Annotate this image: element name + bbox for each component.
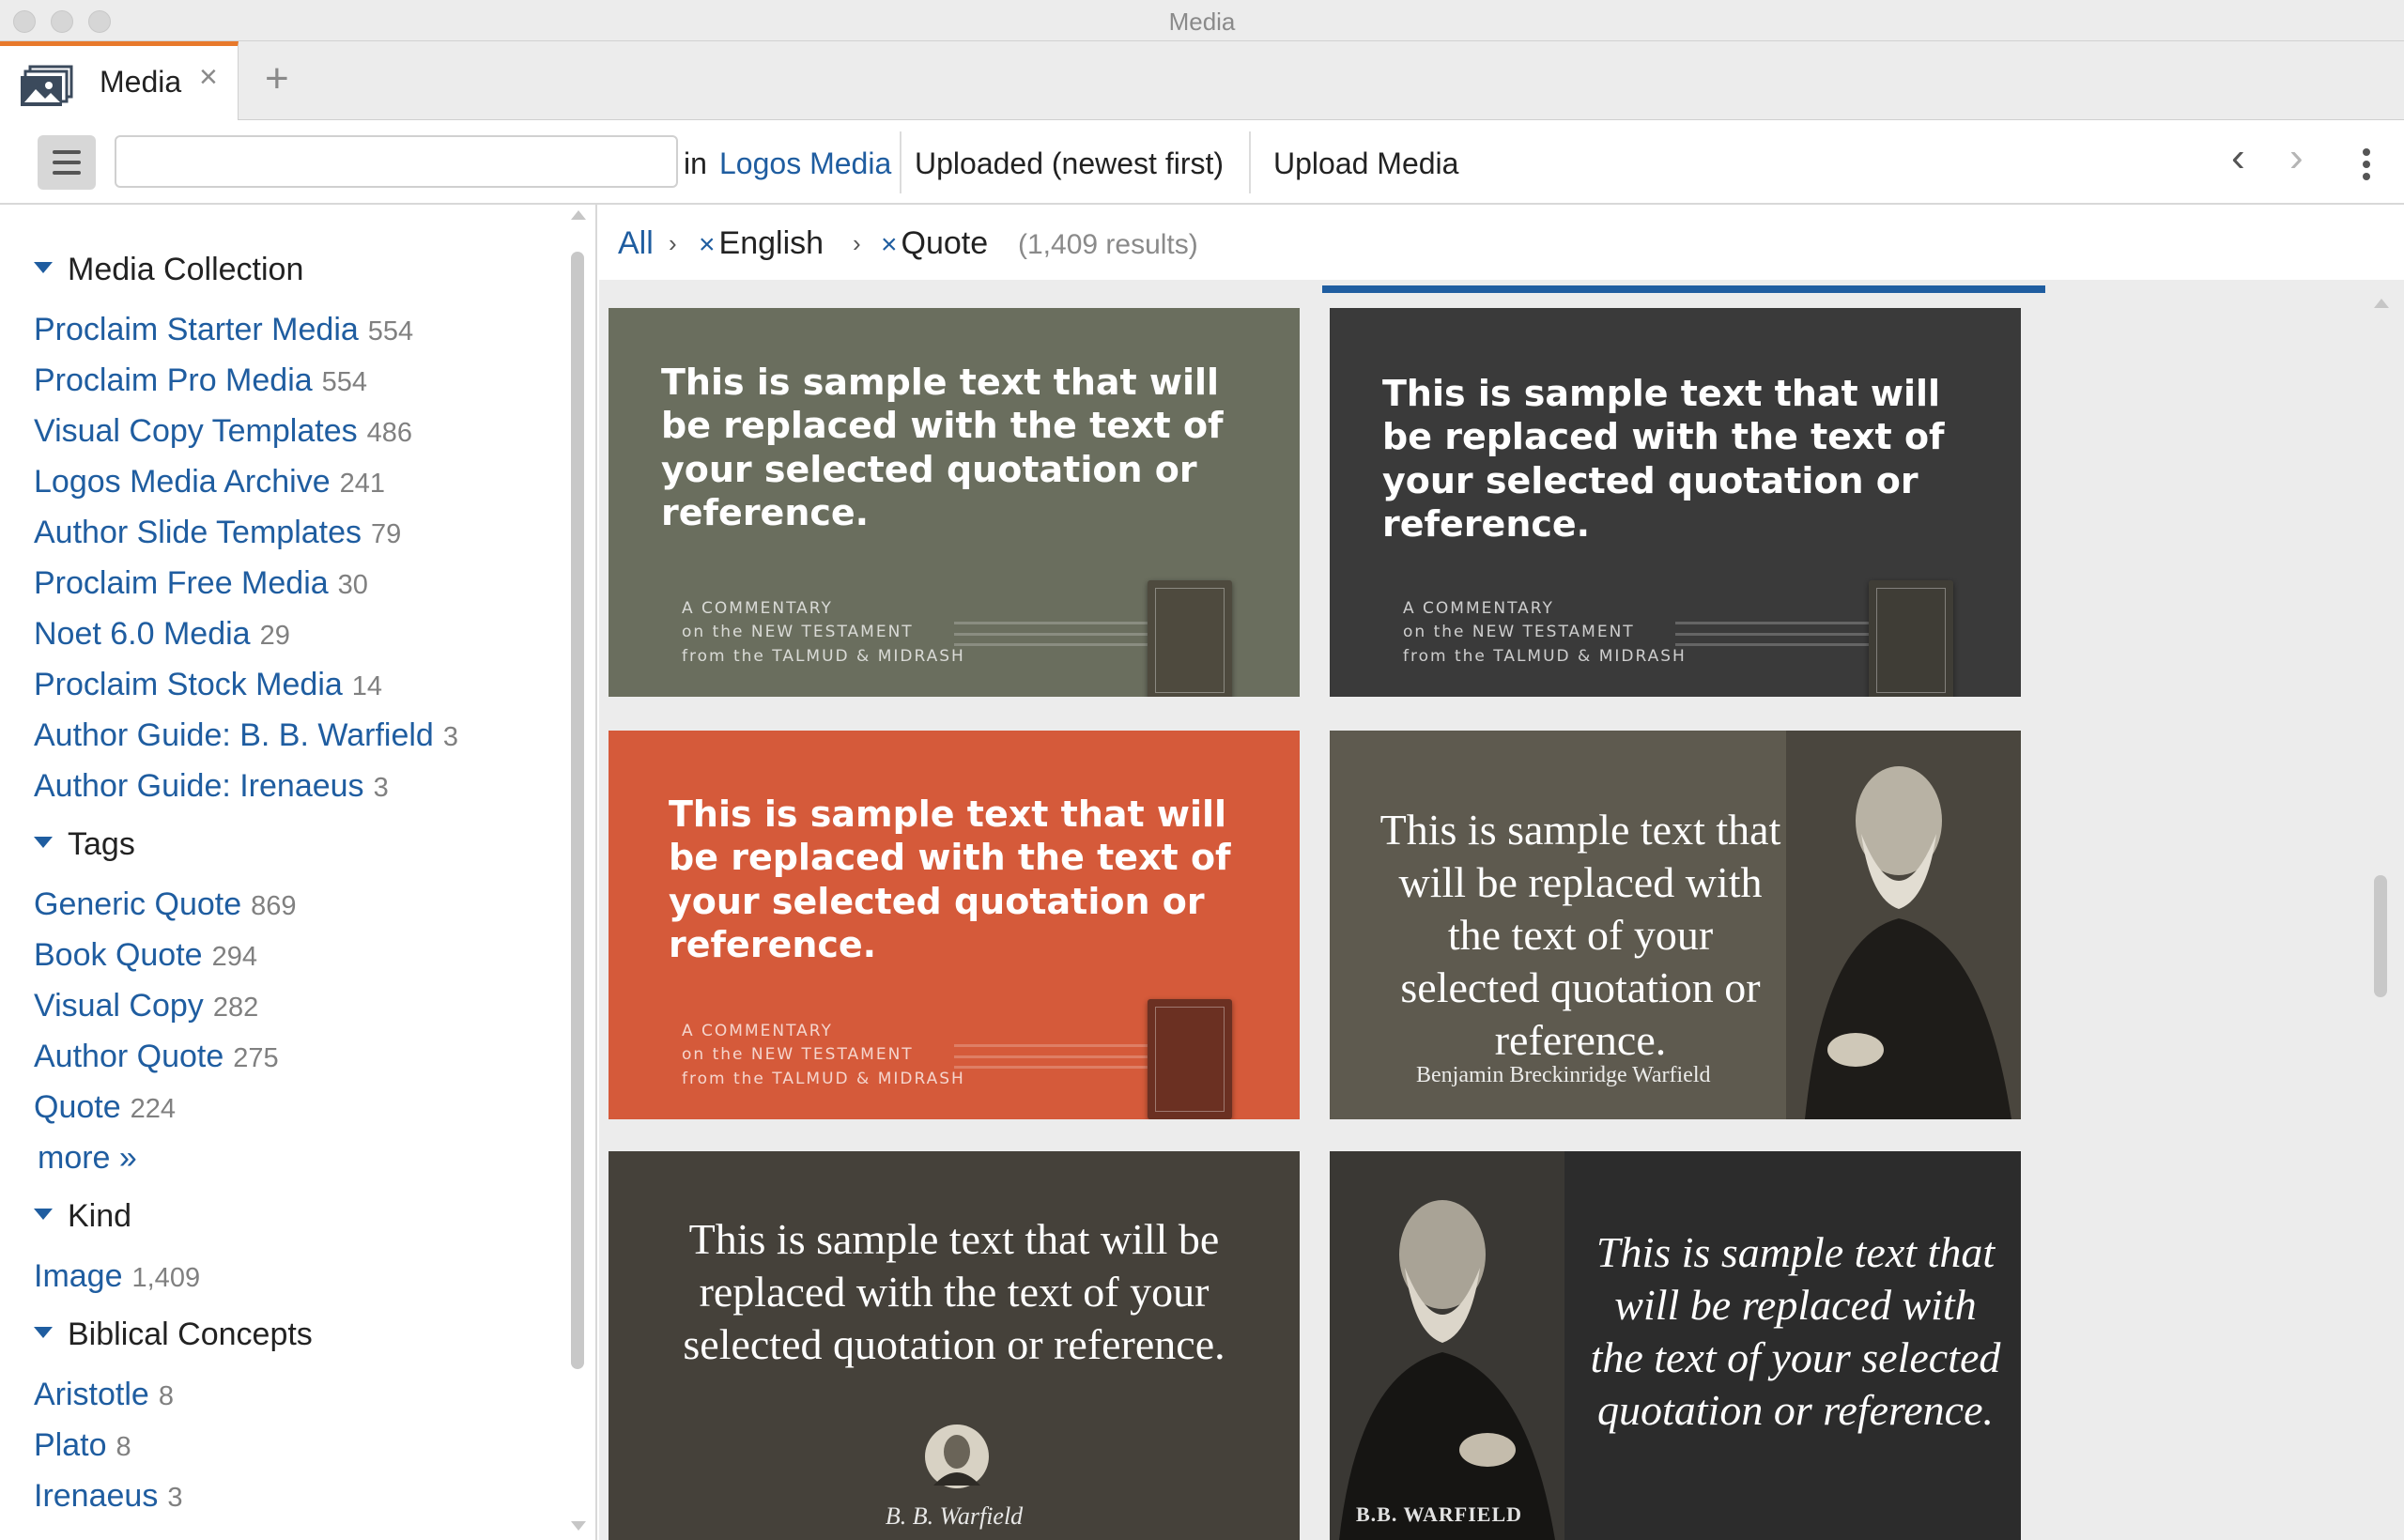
tab-bar: Media × + <box>0 41 2404 120</box>
tile-author-caption: B.B. WARFIELD <box>1356 1502 1523 1526</box>
book-cover-icon <box>1148 999 1232 1119</box>
sidebar-item-author-guide-irenaeus[interactable]: Author Guide: Irenaeus 3 <box>34 768 389 805</box>
loading-progress-bar <box>1322 285 2045 293</box>
scope-link[interactable]: Logos Media <box>719 146 891 181</box>
tile-quote-text: This is sample text that will be replace… <box>669 793 1231 966</box>
tile-quote-text: This is sample text that will be replace… <box>661 362 1224 534</box>
tile-commentary-caption: A COMMENTARY on the NEW TESTAMENT from the… <box>682 598 965 666</box>
sort-dropdown[interactable]: Uploaded (newest first) <box>915 146 1224 181</box>
media-tile[interactable]: This is sample text that will be replace… <box>1330 731 2021 1119</box>
new-tab-button[interactable]: + <box>265 58 289 100</box>
sidebar-scrollbar[interactable] <box>567 208 588 1532</box>
toolbar-divider <box>1249 131 1251 193</box>
tile-commentary-caption: A COMMENTARY on the NEW TESTAMENT from the… <box>1403 598 1687 666</box>
toolbar: in Logos Media Uploaded (newest first) U… <box>0 120 2404 205</box>
sidebar-item-proclaim-starter-media[interactable]: Proclaim Starter Media 554 <box>34 312 413 348</box>
sidebar-item-author-guide-warfield[interactable]: Author Guide: B. B. Warfield 3 <box>34 717 458 754</box>
tile-author-caption: Benjamin Breckinridge Warfield <box>1416 1063 1711 1087</box>
tile-quote-text: This is sample text that will be replace… <box>1379 806 1781 1065</box>
sidebar-item-irenaeus[interactable]: Irenaeus 3 <box>34 1478 182 1515</box>
section-media-collection[interactable]: Media Collection <box>34 252 303 288</box>
book-cover-icon <box>1869 580 1953 697</box>
scroll-thumb[interactable] <box>2374 875 2387 997</box>
scroll-down-arrow-icon[interactable] <box>571 1521 586 1531</box>
filter-chip-english[interactable]: × English <box>699 225 824 262</box>
facet-sidebar: Media Collection Proclaim Starter Media 5… <box>0 205 597 1540</box>
media-tile[interactable]: This is sample text that will be replace… <box>1330 1151 2021 1540</box>
sidebar-item-proclaim-free-media[interactable]: Proclaim Free Media 30 <box>34 565 368 602</box>
breadcrumb-chevron-icon: › <box>669 229 677 257</box>
results-scrollbar[interactable] <box>2368 295 2393 1540</box>
warfield-portrait-image <box>1330 1151 1564 1540</box>
filter-breadcrumb: All › × English › × Quote (1,409 results) <box>599 205 2404 280</box>
sidebar-item-proclaim-stock-media[interactable]: Proclaim Stock Media 14 <box>34 667 382 703</box>
sidebar-item-noet-media[interactable]: Noet 6.0 Media 29 <box>34 616 290 653</box>
section-kind[interactable]: Kind <box>34 1198 131 1235</box>
panel-menu-button[interactable] <box>38 135 96 190</box>
close-tab-icon[interactable]: × <box>199 61 218 93</box>
section-tags[interactable]: Tags <box>34 826 135 863</box>
media-results-panel: All › × English › × Quote (1,409 results) … <box>599 205 2404 1540</box>
forward-chevron-icon[interactable]: › <box>2289 137 2304 178</box>
scroll-thumb[interactable] <box>571 252 584 1369</box>
sidebar-item-visual-copy-templates[interactable]: Visual Copy Templates 486 <box>34 413 412 450</box>
back-chevron-icon[interactable]: ‹ <box>2231 137 2245 178</box>
in-label: in <box>684 146 707 180</box>
filter-chip-quote[interactable]: × Quote <box>881 225 988 262</box>
remove-filter-icon[interactable]: × <box>881 229 898 260</box>
media-tile[interactable]: This is sample text that will be replace… <box>609 731 1300 1119</box>
disclosure-triangle-icon <box>34 1327 53 1339</box>
search-input[interactable] <box>115 135 678 188</box>
media-gallery-icon <box>21 65 73 106</box>
toolbar-divider <box>900 131 902 193</box>
sidebar-item-quote[interactable]: Quote 224 <box>34 1089 176 1126</box>
tab-media[interactable]: Media × <box>0 41 239 120</box>
sidebar-item-logos-media-archive[interactable]: Logos Media Archive 241 <box>34 464 385 500</box>
book-cover-icon <box>1148 580 1232 697</box>
more-tags-link[interactable]: more » <box>38 1140 137 1177</box>
window-title: Media <box>1168 8 1236 36</box>
section-biblical-concepts[interactable]: Biblical Concepts <box>34 1317 313 1353</box>
media-tile[interactable]: This is sample text that will be replace… <box>1330 308 2021 697</box>
media-tile[interactable]: This is sample text that will be replace… <box>609 308 1300 697</box>
sidebar-item-visual-copy[interactable]: Visual Copy 282 <box>34 988 258 1024</box>
scroll-up-arrow-icon[interactable] <box>2374 299 2389 308</box>
tile-author-caption: B. B. Warfield <box>885 1502 1024 1530</box>
author-medallion-image <box>925 1424 989 1488</box>
disclosure-triangle-icon <box>34 262 53 274</box>
tile-quote-text: This is sample text that will be replace… <box>1382 373 1945 546</box>
tile-quote-text: This is sample text that will be replace… <box>1590 1228 2001 1435</box>
more-options-icon[interactable] <box>2363 148 2370 182</box>
tab-label: Media <box>100 65 182 99</box>
sidebar-item-author-quote[interactable]: Author Quote 275 <box>34 1039 279 1075</box>
sidebar-item-image[interactable]: Image 1,409 <box>34 1258 200 1295</box>
title-bar: Media <box>0 0 2404 41</box>
sidebar-item-book-quote[interactable]: Book Quote 294 <box>34 937 257 974</box>
remove-filter-icon[interactable]: × <box>699 229 716 260</box>
breadcrumb-chevron-icon: › <box>853 229 861 257</box>
scroll-up-arrow-icon[interactable] <box>571 210 586 220</box>
warfield-portrait-image <box>1786 731 2021 1119</box>
sidebar-item-proclaim-pro-media[interactable]: Proclaim Pro Media 554 <box>34 362 367 399</box>
sidebar-item-plato[interactable]: Plato 8 <box>34 1427 131 1464</box>
media-tile[interactable]: This is sample text that will be replace… <box>609 1151 1300 1540</box>
results-count: (1,409 results) <box>1018 229 1198 260</box>
disclosure-triangle-icon <box>34 1209 53 1221</box>
upload-media-button[interactable]: Upload Media <box>1273 146 1458 181</box>
sidebar-item-aristotle[interactable]: Aristotle 8 <box>34 1377 174 1413</box>
sidebar-item-generic-quote[interactable]: Generic Quote 869 <box>34 886 297 923</box>
disclosure-triangle-icon <box>34 837 53 849</box>
tile-commentary-caption: A COMMENTARY on the NEW TESTAMENT from the… <box>682 1021 965 1088</box>
tile-quote-text: This is sample text that will be replace… <box>683 1215 1225 1369</box>
sidebar-item-author-slide-templates[interactable]: Author Slide Templates 79 <box>34 515 401 551</box>
filter-all-link[interactable]: All <box>618 225 654 262</box>
